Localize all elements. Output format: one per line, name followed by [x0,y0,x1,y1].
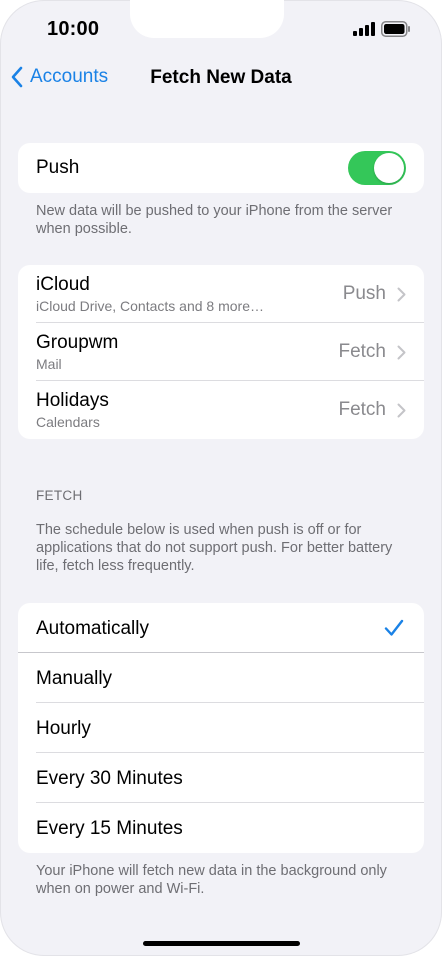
account-title: Holidays [36,390,109,411]
push-group: Push [18,143,424,193]
option-automatically[interactable]: Automatically [18,603,424,653]
checkmark-icon [384,619,404,642]
option-label: Manually [36,668,113,689]
accounts-group: iCloud iCloud Drive, Contacts and 8 more… [18,265,424,439]
signal-icon [353,22,375,41]
toggle-knob [374,153,404,183]
account-row-groupwm[interactable]: Groupwm Mail Fetch [18,323,424,381]
chevron-right-icon [397,345,406,365]
account-subtitle: Calendars [36,414,100,430]
push-toggle[interactable] [348,151,406,185]
phone-screen: 10:00 Accounts Fetch New Data Push New d… [0,0,442,956]
push-row: Push [18,143,424,193]
account-title: iCloud [36,274,90,295]
account-value: Push [342,283,386,304]
option-label: Every 15 Minutes [36,818,183,839]
option-manually[interactable]: Manually [18,653,424,703]
account-subtitle: iCloud Drive, Contacts and 8 more… [36,298,264,314]
fetch-options-group: Automatically Manually Hourly Every 30 M… [18,603,424,853]
option-label: Automatically [36,618,149,639]
option-hourly[interactable]: Hourly [18,703,424,753]
push-footnote: New data will be pushed to your iPhone f… [36,203,393,237]
account-value: Fetch [338,399,386,420]
fetch-description: The schedule below is used when push is … [36,522,393,574]
option-every-15-minutes[interactable]: Every 15 Minutes [18,803,424,853]
fetch-section-header: FETCH [36,488,83,503]
account-title: Groupwm [36,332,119,353]
option-label: Every 30 Minutes [36,768,183,789]
account-row-icloud[interactable]: iCloud iCloud Drive, Contacts and 8 more… [18,265,424,323]
account-subtitle: Mail [36,356,62,372]
notch [130,0,284,38]
chevron-right-icon [397,403,406,423]
battery-icon [381,21,411,42]
home-indicator[interactable] [143,941,300,946]
option-label: Hourly [36,718,91,739]
account-row-holidays[interactable]: Holidays Calendars Fetch [18,381,424,439]
chevron-right-icon [397,287,406,307]
fetch-footnote: Your iPhone will fetch new data in the b… [36,863,387,897]
option-every-30-minutes[interactable]: Every 30 Minutes [18,753,424,803]
push-label: Push [36,157,80,178]
account-value: Fetch [338,341,386,362]
page-title: Fetch New Data [150,67,292,88]
status-time: 10:00 [47,18,100,40]
